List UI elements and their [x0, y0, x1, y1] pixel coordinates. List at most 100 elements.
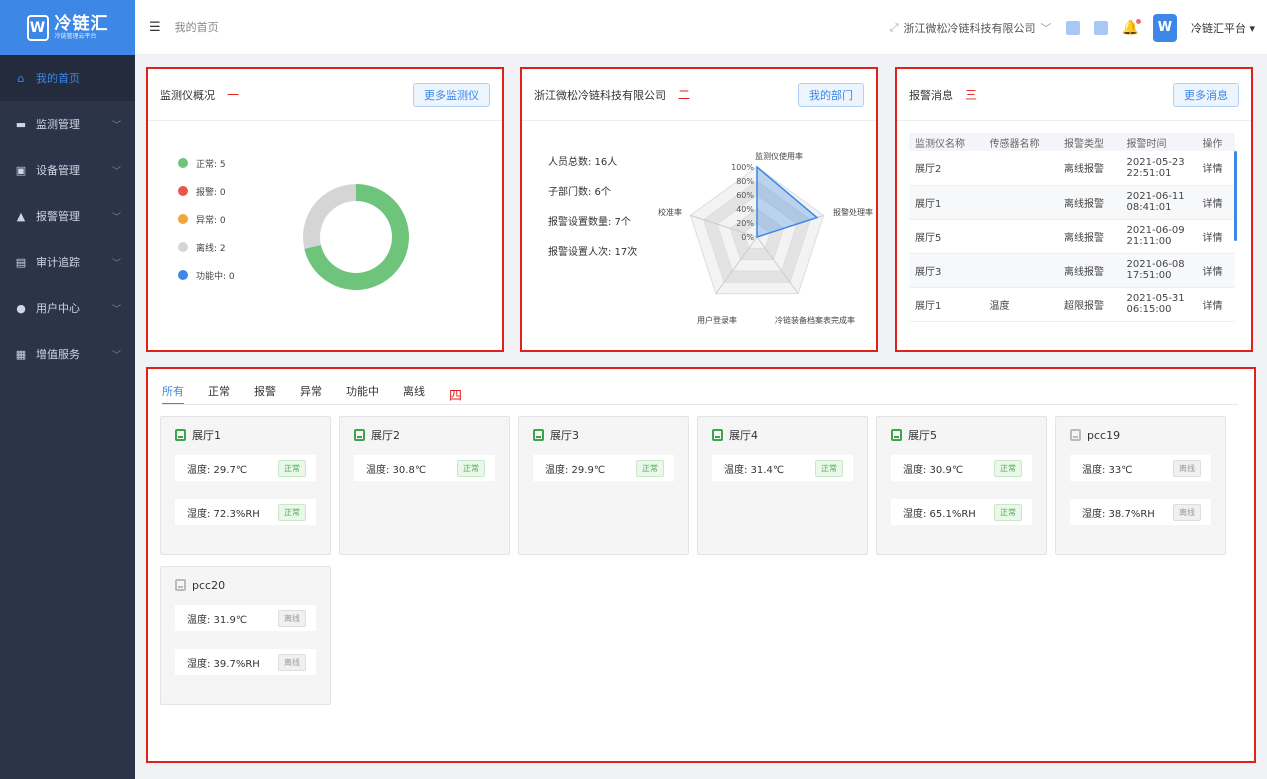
- detail-link[interactable]: 详情: [1196, 287, 1235, 322]
- sidebar-item-services[interactable]: ▦ 增值服务 ﹀: [0, 331, 135, 377]
- org-name: 浙江微松冷链科技有限公司: [903, 21, 1036, 35]
- sidebar-item-devices[interactable]: ▣ 设备管理 ﹀: [0, 147, 135, 193]
- device-card[interactable]: 展厅2 温度: 30.8℃ 正常: [339, 416, 510, 555]
- logo-subtitle: 冷链管理云平台: [54, 32, 97, 40]
- menu-toggle-icon[interactable]: ☰: [149, 20, 161, 35]
- tab-functioning[interactable]: 功能中: [346, 383, 379, 405]
- device-card-header: 展厅5: [877, 417, 1046, 453]
- column-header: 监测仪名称: [909, 133, 984, 151]
- device-card-header: 展厅1: [161, 417, 330, 453]
- more-messages-button[interactable]: 更多消息: [1173, 83, 1239, 107]
- sidebar-item-alarms[interactable]: ▲ 报警管理 ﹀: [0, 193, 135, 239]
- tab-abnormal[interactable]: 异常: [300, 383, 322, 405]
- reading-value: 湿度: 38.7%RH: [1082, 508, 1155, 520]
- status-badge: 离线: [1173, 459, 1201, 477]
- device-card[interactable]: 展厅3 温度: 29.9℃ 正常: [518, 416, 689, 555]
- device-card-header: pcc20: [161, 567, 330, 603]
- more-monitors-button[interactable]: 更多监测仪: [413, 83, 490, 107]
- status-badge: 正常: [636, 459, 664, 477]
- status-badge: 正常: [815, 459, 843, 477]
- cell-sensor-name: [983, 219, 1059, 254]
- status-badge: 正常: [994, 459, 1022, 477]
- radar-axis-label: 监测仪使用率: [755, 151, 803, 161]
- stat-subdepartments: 子部门数: 6个: [548, 186, 611, 198]
- logo-title: 冷链汇: [54, 13, 109, 34]
- sensor-reading: 湿度: 39.7%RH 离线: [175, 649, 316, 675]
- user-icon: ●: [16, 301, 26, 315]
- sidebar-item-label: 增值服务: [36, 348, 80, 361]
- tab-alarm[interactable]: 报警: [254, 383, 276, 405]
- sidebar-item-home[interactable]: ⌂ 我的首页: [0, 55, 135, 101]
- legend-normal[interactable]: 正常: 5: [178, 149, 235, 177]
- chevron-down-icon: ﹀: [111, 304, 121, 315]
- org-select[interactable]: ⤢ 浙江微松冷链科技有限公司 ﹀: [890, 20, 1052, 36]
- device-card[interactable]: 展厅4 温度: 31.4℃ 正常: [697, 416, 868, 555]
- status-badge: 正常: [994, 503, 1022, 521]
- device-card[interactable]: pcc19 温度: 33℃ 离线湿度: 38.7%RH 离线: [1055, 416, 1226, 555]
- company-stats: 人员总数: 16人 子部门数: 6个 报警设置数量: 7个 报警设置人次: 17…: [548, 145, 637, 265]
- legend-dot: [178, 242, 188, 252]
- sidebar-item-label: 报警管理: [36, 210, 80, 223]
- status-badge: 正常: [457, 459, 485, 477]
- sidebar: W 冷链汇 冷链管理云平台 ⌂ 我的首页 ▬ 监测管理 ﹀ ▣ 设备管理 ﹀ ▲…: [0, 0, 135, 779]
- table-row: 展厅1 温度 超限报警 2021-05-31 06:15:00 详情: [909, 287, 1235, 322]
- user-menu[interactable]: 冷链汇平台 ▾: [1191, 20, 1255, 36]
- device-name: 展厅2: [371, 429, 400, 442]
- tabs-divider: [162, 404, 1238, 405]
- my-department-button[interactable]: 我的部门: [798, 83, 864, 107]
- cell-sensor-name: 温度: [983, 287, 1059, 322]
- detail-link[interactable]: 详情: [1196, 185, 1235, 220]
- tab-offline[interactable]: 离线: [403, 383, 425, 405]
- sidebar-item-audit[interactable]: ▤ 审计追踪 ﹀: [0, 239, 135, 285]
- donut-slice-offline[interactable]: [303, 184, 356, 249]
- radar-axis-label: 冷链装备档案表完成率: [775, 315, 855, 325]
- sensor-reading: 湿度: 72.3%RH 正常: [175, 499, 316, 525]
- detail-link[interactable]: 详情: [1196, 253, 1235, 288]
- alarm-icon: ▲: [16, 209, 26, 223]
- bell-icon[interactable]: 🔔: [1122, 18, 1141, 36]
- radar-tick-label: 80%: [736, 177, 754, 186]
- device-card[interactable]: pcc20 温度: 31.9℃ 离线 湿度: 39.7%RH 离线: [160, 566, 331, 705]
- device-card-header: pcc19: [1056, 417, 1225, 453]
- device-card[interactable]: 展厅1 温度: 29.7℃ 正常 湿度: 72.3%RH 正常: [160, 416, 331, 555]
- company-panel: 浙江微松冷链科技有限公司 二 我的部门 人员总数: 16人 子部门数: 6个 报…: [520, 67, 878, 352]
- legend-alarm[interactable]: 报警: 0: [178, 177, 235, 205]
- scrollbar[interactable]: [1234, 151, 1237, 241]
- status-badge: 离线: [1173, 503, 1201, 521]
- header: ☰ 我的首页 ⤢ 浙江微松冷链科技有限公司 ﹀ 🔔 W 冷链汇平台 ▾: [135, 0, 1267, 55]
- sidebar-item-monitoring[interactable]: ▬ 监测管理 ﹀: [0, 101, 135, 147]
- legend-dot: [178, 214, 188, 224]
- avatar[interactable]: W: [1152, 13, 1177, 42]
- help-icon[interactable]: [1093, 20, 1108, 35]
- logo-mark-icon: W: [26, 14, 49, 41]
- panel-title: 浙江微松冷链科技有限公司: [534, 88, 666, 102]
- column-header: 操作: [1196, 133, 1235, 151]
- home-icon: ⌂: [17, 71, 25, 85]
- table-row: 展厅5 离线报警 2021-06-09 21:11:00 详情: [909, 219, 1235, 254]
- legend-abnormal[interactable]: 异常: 0: [178, 205, 235, 233]
- status-badge: 正常: [278, 503, 306, 521]
- legend-functioning[interactable]: 功能中: 0: [178, 261, 235, 289]
- device-card[interactable]: 展厅5 温度: 30.9℃ 正常 湿度: 65.1%RH 正常: [876, 416, 1047, 555]
- panel-mark: 一: [227, 88, 240, 102]
- sidebar-item-label: 监测管理: [36, 118, 80, 131]
- screen-icon[interactable]: [1065, 20, 1080, 35]
- cell-alarm-time: 2021-05-23 22:51:01: [1120, 151, 1197, 186]
- legend-offline[interactable]: 离线: 2: [178, 233, 235, 261]
- chevron-down-icon: ﹀: [1040, 21, 1052, 35]
- tab-all[interactable]: 所有: [162, 383, 184, 405]
- cell-alarm-time: 2021-05-31 06:15:00: [1120, 287, 1197, 322]
- detail-link[interactable]: 详情: [1196, 219, 1235, 254]
- sidebar-item-label: 用户中心: [36, 302, 80, 315]
- detail-link[interactable]: 详情: [1196, 151, 1235, 186]
- radar-chart: 100% 80% 60% 40% 20% 0% 监测仪使用率报警处理率冷链装备档案表完成率 用…: [658, 151, 873, 325]
- alarm-table: 监测仪名称 传感器名称 报警类型 报警时间 操作 展厅2 离线报警 2021-05-…: [909, 133, 1235, 322]
- radar-tick-label: 60%: [736, 191, 754, 200]
- device-name: 展厅1: [192, 429, 221, 442]
- tab-normal[interactable]: 正常: [208, 383, 230, 405]
- sidebar-item-users[interactable]: ● 用户中心 ﹀: [0, 285, 135, 331]
- sensor-reading: 温度: 33℃ 离线: [1070, 455, 1211, 481]
- audit-icon: ▤: [15, 255, 27, 269]
- status-badge: 离线: [278, 653, 306, 671]
- reading-value: 温度: 31.4℃: [724, 464, 785, 476]
